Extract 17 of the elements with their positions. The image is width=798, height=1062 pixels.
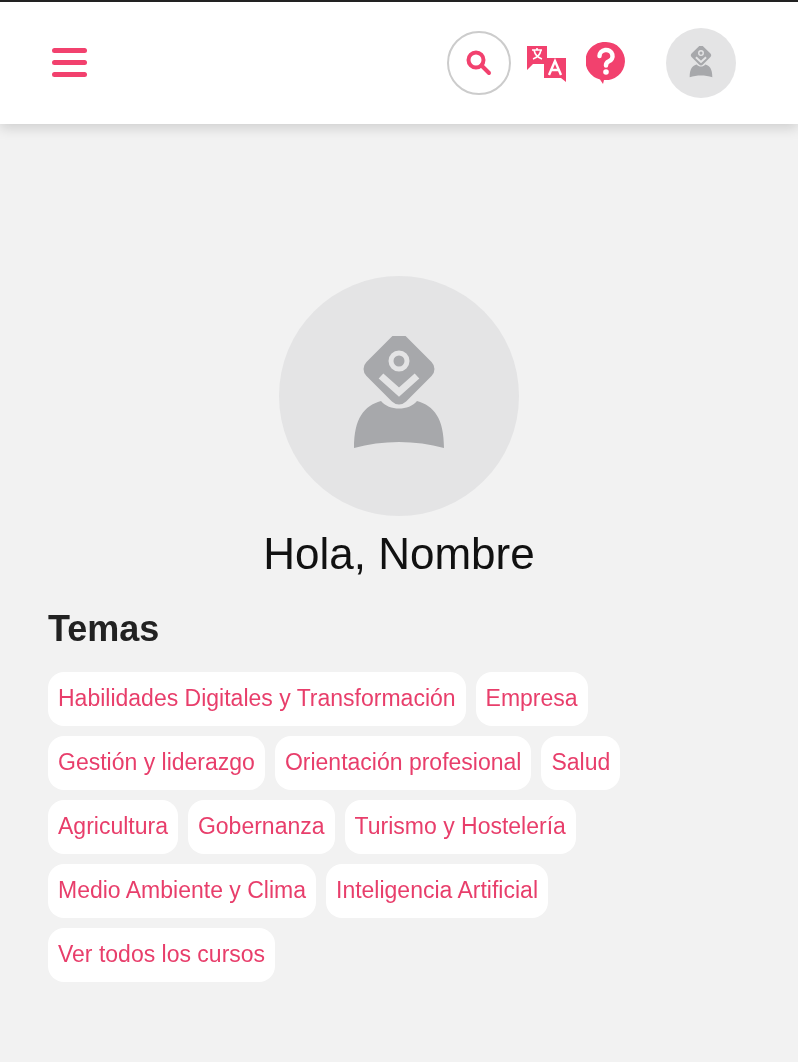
search-icon	[466, 50, 492, 76]
topic-chip[interactable]: Medio Ambiente y Clima	[48, 864, 316, 918]
topic-chip[interactable]: Orientación profesional	[274, 736, 532, 790]
translate-icon[interactable]	[527, 44, 567, 82]
menu-icon[interactable]	[52, 48, 88, 78]
topic-chip[interactable]: Ver todos los cursos	[48, 928, 276, 982]
section-title: Temas	[48, 606, 161, 650]
topic-chip[interactable]: Habilidades Digitales y Transformación	[48, 672, 466, 726]
topic-chip[interactable]: Inteligencia Artificial	[326, 864, 548, 918]
help-icon[interactable]	[586, 42, 626, 84]
topic-chip[interactable]: Gobernanza	[187, 800, 335, 854]
topic-chip[interactable]: Empresa	[475, 672, 588, 726]
topic-chip[interactable]: Gestión y liderazgo	[48, 736, 265, 790]
greeting: Hola, Nombre	[262, 528, 536, 580]
topic-chip[interactable]: Turismo y Hostelería	[344, 800, 576, 854]
topic-chip[interactable]: Salud	[541, 736, 621, 790]
topic-chip[interactable]: Agricultura	[48, 800, 178, 854]
